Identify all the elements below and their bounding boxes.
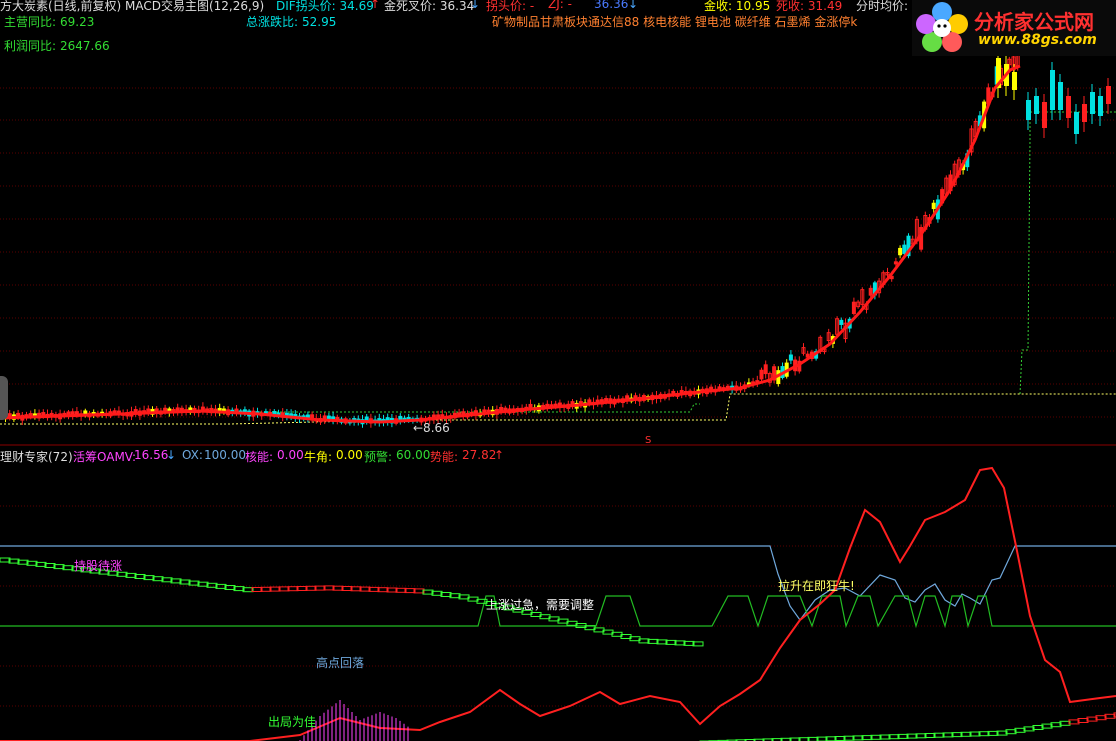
candles [3,45,1111,428]
chart-title: 方大炭素(日线,前复权) MACD交易主图(12,26,9) [0,0,265,13]
gold-close: 金收: 10.95 [704,0,771,13]
candle [1058,82,1063,110]
warn-value: 60.00 [396,448,431,462]
dead-close: 死收: 31.49 [776,0,843,13]
candle [1106,86,1111,104]
turn-price: 拐头价: - [486,0,535,13]
ox-value: 100.00 [204,448,246,462]
oamv-label: 活筹OAMV: [73,450,137,464]
dashed-lines [0,111,1116,425]
ox-label: OX: [182,448,203,462]
ma-line [0,64,1021,424]
core-label: 核能: [245,450,274,464]
candle [893,261,898,265]
candle [1042,102,1047,128]
total-chg-value: 52.95 [302,15,337,29]
scroll-handle[interactable] [0,376,8,420]
golden-arrow: ↓ [470,0,481,11]
dif-turn-price: DIF拐头价: 34.69 [276,0,374,13]
trend-arrow: ↑ [494,448,505,462]
candle [759,369,764,380]
candle [898,247,903,256]
golden-cross-price: 金死叉价: 36.34 [384,0,475,13]
pullback-annotation: 高点回落 [316,656,365,670]
low-price-label: ←8.66 [413,421,450,435]
site-logo: 分析家公式网 www.88gs.com [912,0,1116,56]
candle [763,364,768,375]
sector-tags: 矿物制品甘肃板块通达信88 核电核能 锂电池 碳纤维 石墨烯 金涨停k [492,15,858,29]
zj-value: ZJ: - [548,0,572,11]
candle [1074,112,1079,134]
sell-signal: S [645,435,652,446]
oamv-value: 16.56 [134,448,169,462]
indicator-name: 理财专家(72) [0,450,73,464]
candle [788,354,793,361]
step-blocks [0,557,1116,741]
avg-price-label: 分时均价: [856,0,909,13]
candle [931,202,936,210]
candle [1098,96,1103,116]
logo-title: 分析家公式网 [974,10,1094,34]
candle [851,301,856,314]
candle [1066,96,1071,118]
main-yoy-label: 主营同比: [4,15,57,29]
trend-label: 势能: [430,450,459,464]
oamv-arrow: ↓ [166,448,177,462]
candle [902,244,907,254]
value-36: 36.36 [594,0,629,11]
bull-run-annotation: 拉升在即狂牛! [778,579,855,593]
main-grid [0,87,1116,418]
stock-chart [0,45,1116,741]
bull-label: 牛角: [304,450,333,464]
total-chg-label: 总涨跌比: [246,15,299,29]
logo-url: www.88gs.com [978,32,1097,48]
profit-yoy-value: 2647.66 [60,39,110,53]
flower-icon [916,2,968,52]
candle [1090,92,1095,114]
dif-arrow: ↑ [370,0,381,11]
value-arrow: ↓ [628,0,639,11]
main-yoy-value: 69.23 [60,15,95,29]
hold-annotation: 持股待涨 [74,559,123,573]
profit-yoy-label: 利润同比: [4,39,57,53]
bull-value: 0.00 [336,448,363,462]
warn-label: 预警: [364,450,393,464]
candle [1082,104,1087,122]
candle [1012,72,1017,90]
candle [839,319,844,325]
trend-value: 27.82 [462,448,497,462]
exit-annotation: 出局为佳 [268,715,317,729]
core-value: 0.00 [277,448,304,462]
candle [1034,96,1039,114]
candle [1026,100,1031,120]
overheat-annotation: 上涨过急，需要调整 [486,598,595,612]
candle [1050,70,1055,110]
candle [868,287,873,296]
